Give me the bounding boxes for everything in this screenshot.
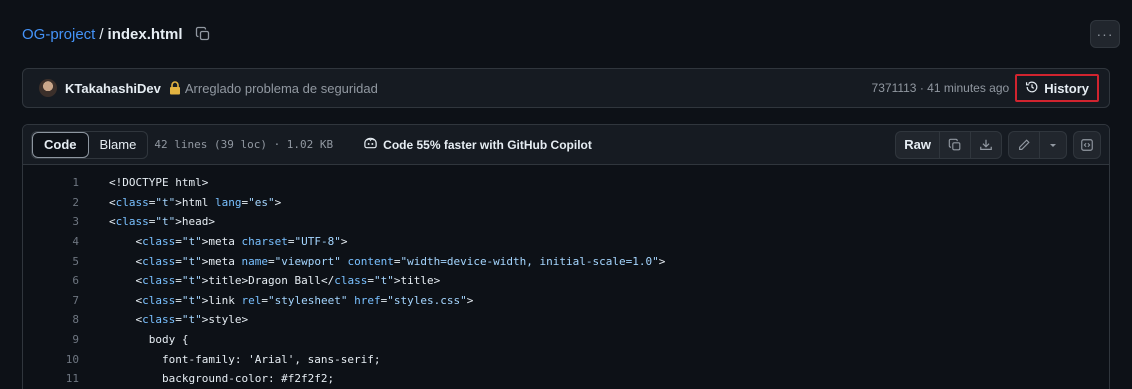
line-number[interactable]: 6 <box>23 274 79 287</box>
code-line: 2 <class="t">html lang="es"> <box>23 193 1109 213</box>
line-number[interactable]: 2 <box>23 196 79 209</box>
line-number[interactable]: 3 <box>23 215 79 228</box>
edit-pencil-icon[interactable] <box>1009 131 1040 158</box>
file-toolbar: Code Blame 42 lines (39 loc) · 1.02 KB C… <box>23 125 1109 165</box>
copy-path-icon[interactable] <box>193 24 213 44</box>
code-line: 4 <class="t">meta charset="UTF-8"> <box>23 232 1109 252</box>
copy-raw-icon[interactable] <box>940 131 971 158</box>
line-content: <class="t">title>Dragon Ball</class="t">… <box>109 274 441 288</box>
breadcrumb: OG-project / index.html <box>22 24 213 44</box>
history-button[interactable]: History <box>1015 74 1099 102</box>
history-icon <box>1025 80 1039 97</box>
copilot-icon <box>363 136 378 153</box>
code-line: 7 <class="t">link rel="stylesheet" href=… <box>23 291 1109 311</box>
line-content: <!DOCTYPE html> <box>109 176 209 190</box>
tab-blame[interactable]: Blame <box>89 132 148 158</box>
line-number[interactable]: 11 <box>23 372 79 385</box>
line-number[interactable]: 5 <box>23 255 79 268</box>
line-content: <class="t">html lang="es"> <box>109 195 282 209</box>
code-line: 5 <class="t">meta name="viewport" conten… <box>23 251 1109 271</box>
line-number[interactable]: 10 <box>23 353 79 366</box>
line-number[interactable]: 8 <box>23 313 79 326</box>
commit-sha-time[interactable]: 7371113 · 41 minutes ago <box>872 81 1010 95</box>
file-info: 42 lines (39 loc) · 1.02 KB <box>154 138 334 151</box>
copilot-text: Code 55% faster with GitHub Copilot <box>383 137 592 152</box>
line-content: <class="t">link rel="stylesheet" href="s… <box>109 293 474 307</box>
code-line: 11 background-color: #f2f2f2; <box>23 369 1109 389</box>
commit-author[interactable]: KTakahashiDev <box>65 81 161 96</box>
code-view: 1 <!DOCTYPE html> 2 <class="t">html lang="e… <box>23 165 1109 389</box>
line-content: body { <box>109 333 189 347</box>
line-number[interactable]: 9 <box>23 333 79 346</box>
symbols-panel-icon[interactable] <box>1073 130 1101 159</box>
view-switcher: Code Blame <box>31 130 149 159</box>
raw-button[interactable]: Raw <box>896 131 940 158</box>
line-content: <class="t">meta name="viewport" content=… <box>109 254 666 268</box>
lock-icon <box>169 81 181 95</box>
line-number[interactable]: 4 <box>23 235 79 248</box>
line-content: background-color: #f2f2f2; <box>109 372 335 386</box>
file-actions: Raw <box>895 130 1002 159</box>
code-line: 6 <class="t">title>Dragon Ball</class="t… <box>23 271 1109 291</box>
line-content: font-family: 'Arial', sans-serif; <box>109 352 381 366</box>
line-number[interactable]: 1 <box>23 176 79 189</box>
repo-link[interactable]: OG-project <box>22 26 95 43</box>
line-content: <class="t">head> <box>109 215 215 229</box>
code-line: 8 <class="t">style> <box>23 310 1109 330</box>
edit-actions <box>1008 130 1067 159</box>
history-label: History <box>1044 80 1089 96</box>
commit-message[interactable]: Arreglado problema de seguridad <box>185 81 378 96</box>
code-line: 9 body { <box>23 330 1109 350</box>
file-header: OG-project / index.html ··· <box>12 14 1120 54</box>
latest-commit-bar: KTakahashiDev Arreglado problema de segu… <box>22 68 1110 108</box>
code-line: 10 font-family: 'Arial', sans-serif; <box>23 349 1109 369</box>
line-content: <class="t">meta charset="UTF-8"> <box>109 235 348 249</box>
line-content: <class="t">style> <box>109 313 249 327</box>
avatar[interactable] <box>39 79 57 97</box>
code-line: 3 <class="t">head> <box>23 212 1109 232</box>
chevron-down-icon[interactable] <box>1040 132 1066 158</box>
download-icon[interactable] <box>971 132 1001 158</box>
code-line: 1 <!DOCTYPE html> <box>23 173 1109 193</box>
copilot-promo-link[interactable]: Code 55% faster with GitHub Copilot <box>363 136 592 153</box>
breadcrumb-separator: / <box>99 25 104 43</box>
file-viewer: Code Blame 42 lines (39 loc) · 1.02 KB C… <box>22 124 1110 389</box>
file-name: index.html <box>107 25 183 43</box>
line-number[interactable]: 7 <box>23 294 79 307</box>
more-options-button[interactable]: ··· <box>1090 20 1120 48</box>
tab-code[interactable]: Code <box>32 131 89 158</box>
